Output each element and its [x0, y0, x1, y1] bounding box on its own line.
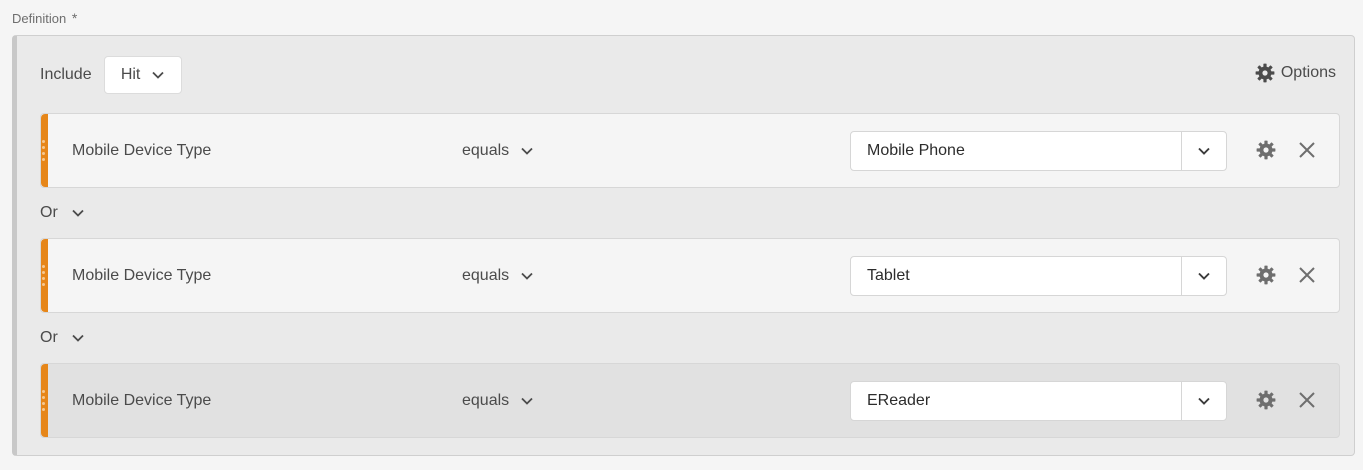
gear-icon [1256, 265, 1276, 285]
include-row: Include Hit [40, 55, 182, 95]
scope-dropdown[interactable]: Hit [103, 56, 182, 94]
connector-dropdown[interactable]: Or [40, 201, 84, 225]
options-button[interactable]: Options [1255, 63, 1336, 83]
value-dropdown-button[interactable] [1181, 257, 1226, 295]
value-combobox [850, 131, 1227, 171]
scope-value: Hit [120, 66, 141, 83]
gear-icon [1256, 140, 1276, 160]
chevron-down-icon [1198, 272, 1210, 280]
connector-dropdown[interactable]: Or [40, 326, 84, 350]
definition-label: Definition * [12, 10, 77, 26]
value-input[interactable] [851, 257, 1181, 295]
include-label: Include [40, 66, 92, 83]
chevron-down-icon [1198, 147, 1210, 155]
drag-handle-icon[interactable] [41, 239, 48, 312]
remove-rule-button[interactable] [1298, 141, 1316, 159]
drag-handle-icon[interactable] [41, 364, 48, 437]
value-input[interactable] [851, 382, 1181, 420]
operator-dropdown[interactable]: equals [462, 239, 533, 312]
rule-row: Mobile Device Type equals [40, 363, 1340, 438]
rule-dimension: Mobile Device Type [72, 267, 212, 284]
options-label: Options [1280, 64, 1336, 81]
value-combobox [850, 256, 1227, 296]
value-dropdown-button[interactable] [1181, 382, 1226, 420]
close-icon [1298, 391, 1316, 409]
connector-label: Or [40, 204, 58, 221]
value-combobox [850, 381, 1227, 421]
chevron-down-icon [72, 209, 84, 217]
chevron-down-icon [521, 147, 533, 155]
value-dropdown-button[interactable] [1181, 132, 1226, 170]
chevron-down-icon [72, 334, 84, 342]
operator-label: equals [462, 141, 510, 159]
rule-dimension: Mobile Device Type [72, 392, 212, 409]
drag-handle-icon[interactable] [41, 114, 48, 187]
rule-settings-button[interactable] [1256, 265, 1276, 285]
rule-settings-button[interactable] [1256, 140, 1276, 160]
chevron-down-icon [1198, 397, 1210, 405]
rule-settings-button[interactable] [1256, 390, 1276, 410]
close-icon [1298, 266, 1316, 284]
rule-dimension: Mobile Device Type [72, 142, 212, 159]
operator-label: equals [462, 266, 510, 284]
operator-dropdown[interactable]: equals [462, 364, 533, 437]
segment-container: Include Hit Options Mobile Device Type e… [12, 35, 1355, 456]
required-marker: * [71, 10, 78, 26]
chevron-down-icon [152, 71, 165, 79]
value-input[interactable] [851, 132, 1181, 170]
rule-row: Mobile Device Type equals [40, 238, 1340, 313]
gear-icon [1255, 63, 1275, 83]
operator-dropdown[interactable]: equals [462, 114, 533, 187]
chevron-down-icon [521, 272, 533, 280]
remove-rule-button[interactable] [1298, 391, 1316, 409]
rule-row: Mobile Device Type equals [40, 113, 1340, 188]
close-icon [1298, 141, 1316, 159]
gear-icon [1256, 390, 1276, 410]
operator-label: equals [462, 391, 510, 409]
chevron-down-icon [521, 397, 533, 405]
definition-label-text: Definition [12, 11, 67, 26]
remove-rule-button[interactable] [1298, 266, 1316, 284]
connector-label: Or [40, 329, 58, 346]
